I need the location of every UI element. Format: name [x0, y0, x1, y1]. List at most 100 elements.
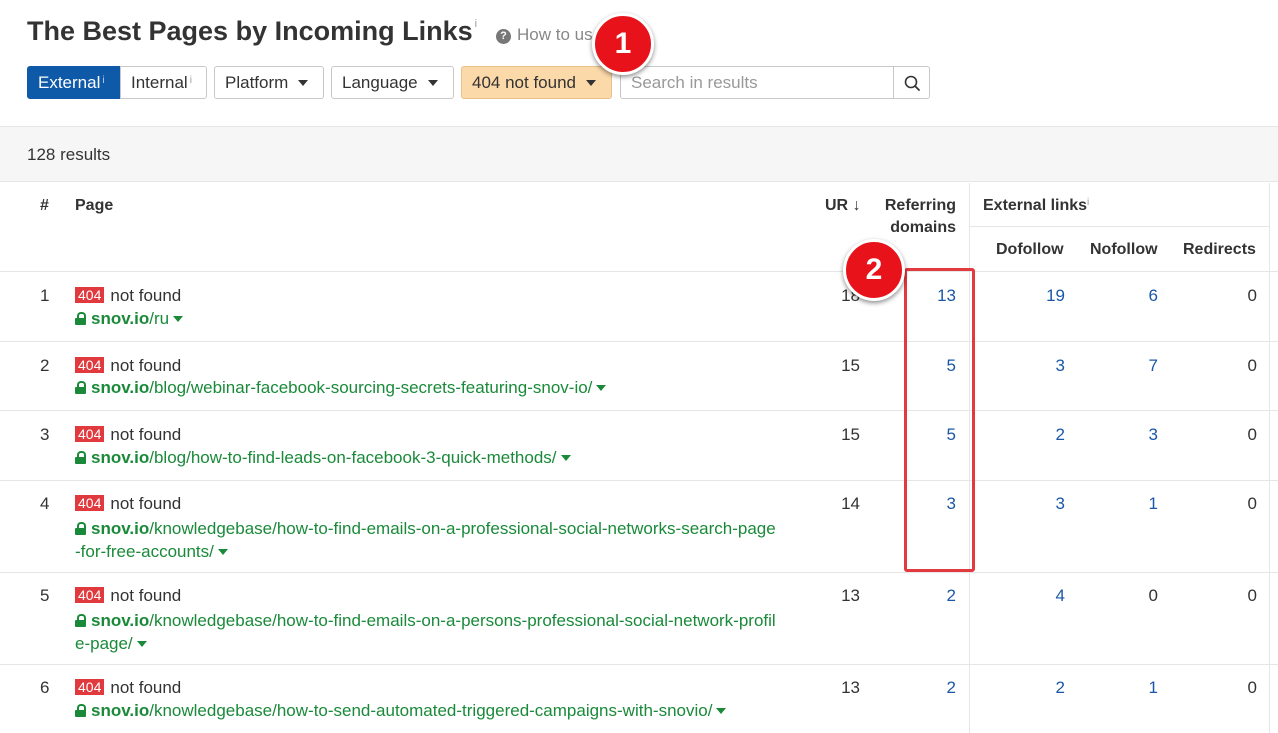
column-header-ur[interactable]: UR ↓: [825, 197, 861, 215]
lock-icon: [75, 522, 86, 535]
page-url-link[interactable]: snov.io/knowledgebase/how-to-find-emails…: [75, 609, 776, 655]
http-status: 404 not found: [75, 356, 181, 376]
url-dropdown-icon[interactable]: [716, 708, 727, 714]
lock-icon: [75, 312, 86, 325]
status-badge: 404: [75, 587, 105, 603]
results-count: 128 results: [27, 145, 111, 164]
url-dropdown-icon[interactable]: [596, 385, 607, 391]
ur-value: 15: [841, 425, 860, 444]
search-input[interactable]: [620, 66, 894, 99]
help-icon: ?: [496, 29, 511, 44]
page-url-link[interactable]: snov.io/knowledgebase/how-to-send-automa…: [75, 701, 727, 721]
language-dropdown[interactable]: Language: [331, 66, 454, 99]
column-header-redirects[interactable]: Redirects: [1183, 241, 1256, 259]
page-url-link[interactable]: snov.io/knowledgebase/how-to-find-emails…: [75, 517, 776, 563]
row-index: 2: [40, 356, 50, 375]
url-dropdown-icon[interactable]: [136, 641, 147, 647]
url-dropdown-icon[interactable]: [217, 549, 228, 555]
status-filter-dropdown[interactable]: 404 not found: [461, 66, 612, 99]
ur-value: 13: [841, 586, 860, 605]
chevron-down-icon: [585, 80, 596, 86]
status-badge: 404: [75, 495, 105, 511]
platform-dropdown[interactable]: Platform: [214, 66, 324, 99]
page-url-link[interactable]: snov.io/blog/webinar-facebook-sourcing-s…: [75, 378, 607, 398]
chevron-down-icon: [427, 80, 438, 86]
redirects-value: 0: [1247, 678, 1257, 697]
ur-value: 14: [841, 494, 860, 513]
referring-domains-link[interactable]: 2: [896, 678, 956, 698]
dofollow-link[interactable]: 3: [1000, 494, 1065, 514]
url-dropdown-icon[interactable]: [560, 455, 571, 461]
dofollow-link[interactable]: 2: [1000, 678, 1065, 698]
dofollow-link[interactable]: 3: [1000, 356, 1065, 376]
status-badge: 404: [75, 426, 105, 442]
row-index: 1: [40, 286, 50, 305]
page-url-link[interactable]: snov.io/ru: [75, 309, 184, 329]
url-dropdown-icon[interactable]: [173, 316, 184, 322]
column-header-index: #: [40, 197, 49, 214]
nofollow-link[interactable]: 3: [1098, 425, 1158, 445]
external-info-icon[interactable]: i: [102, 75, 104, 86]
row-index: 3: [40, 425, 50, 444]
http-status: 404 not found: [75, 494, 181, 514]
redirects-value: 0: [1247, 286, 1257, 305]
referring-domains-link[interactable]: 2: [896, 586, 956, 606]
column-header-nofollow[interactable]: Nofollow: [1090, 241, 1158, 259]
lock-icon: [75, 704, 86, 717]
status-badge: 404: [75, 679, 105, 695]
lock-icon: [75, 451, 86, 464]
redirects-value: 0: [1247, 586, 1257, 605]
column-header-page: Page: [75, 197, 114, 214]
table-row: 4 404 not found snov.io/knowledgebase/how…: [0, 481, 1278, 572]
http-status: 404 not found: [75, 678, 181, 698]
title-info-icon[interactable]: i: [475, 18, 477, 30]
status-badge: 404: [75, 357, 105, 373]
ur-value: 13: [841, 678, 860, 697]
nofollow-link[interactable]: 1: [1098, 678, 1158, 698]
external-links-info-icon[interactable]: i: [1087, 197, 1089, 208]
annotation-highlight-box: [904, 268, 975, 572]
header-divider: [969, 226, 1269, 227]
results-summary-bar: 128 results: [0, 126, 1278, 182]
redirects-value: 0: [1247, 356, 1257, 375]
dofollow-link[interactable]: 19: [1000, 286, 1065, 306]
nofollow-value: 0: [1148, 586, 1158, 605]
lock-icon: [75, 381, 86, 394]
annotation-marker-2: 2: [843, 239, 905, 301]
table-row: 3 404 not found snov.io/blog/how-to-find-…: [0, 411, 1278, 480]
page-title: The Best Pages by Incoming Links i: [27, 16, 478, 46]
status-badge: 404: [75, 287, 105, 303]
sort-down-icon: ↓: [852, 197, 861, 214]
internal-info-icon[interactable]: i: [190, 75, 192, 86]
external-toggle-button[interactable]: External i: [27, 66, 121, 99]
redirects-value: 0: [1247, 494, 1257, 513]
search-icon: [904, 75, 920, 91]
search-button[interactable]: [893, 66, 930, 99]
redirects-value: 0: [1247, 425, 1257, 444]
how-to-use-link[interactable]: ? How to us: [496, 25, 593, 45]
dofollow-link[interactable]: 2: [1000, 425, 1065, 445]
chevron-down-icon: [298, 80, 309, 86]
column-header-dofollow[interactable]: Dofollow: [996, 241, 1064, 259]
table-row: 6 404 not found snov.io/knowledgebase/how…: [0, 665, 1278, 733]
table-row: 1 404 not found snov.io/ru 18 13 19 6 0: [0, 272, 1278, 341]
nofollow-link[interactable]: 1: [1098, 494, 1158, 514]
row-index: 6: [40, 678, 50, 697]
table-row: 2 404 not found snov.io/blog/webinar-face…: [0, 342, 1278, 410]
annotation-marker-1: 1: [592, 13, 654, 75]
row-index: 4: [40, 494, 50, 513]
column-header-external-links: External linksi: [983, 197, 1090, 214]
dofollow-link[interactable]: 4: [1000, 586, 1065, 606]
row-index: 5: [40, 586, 50, 605]
table-row: 5 404 not found snov.io/knowledgebase/how…: [0, 573, 1278, 664]
lock-icon: [75, 614, 86, 627]
http-status: 404 not found: [75, 586, 181, 606]
http-status: 404 not found: [75, 286, 181, 306]
column-header-referring-domains[interactable]: Referring domains: [884, 197, 956, 237]
page-url-link[interactable]: snov.io/blog/how-to-find-leads-on-facebo…: [75, 448, 571, 468]
internal-toggle-button[interactable]: Internal i: [120, 66, 207, 99]
http-status: 404 not found: [75, 425, 181, 445]
nofollow-link[interactable]: 6: [1098, 286, 1158, 306]
nofollow-link[interactable]: 7: [1098, 356, 1158, 376]
ur-value: 15: [841, 356, 860, 375]
